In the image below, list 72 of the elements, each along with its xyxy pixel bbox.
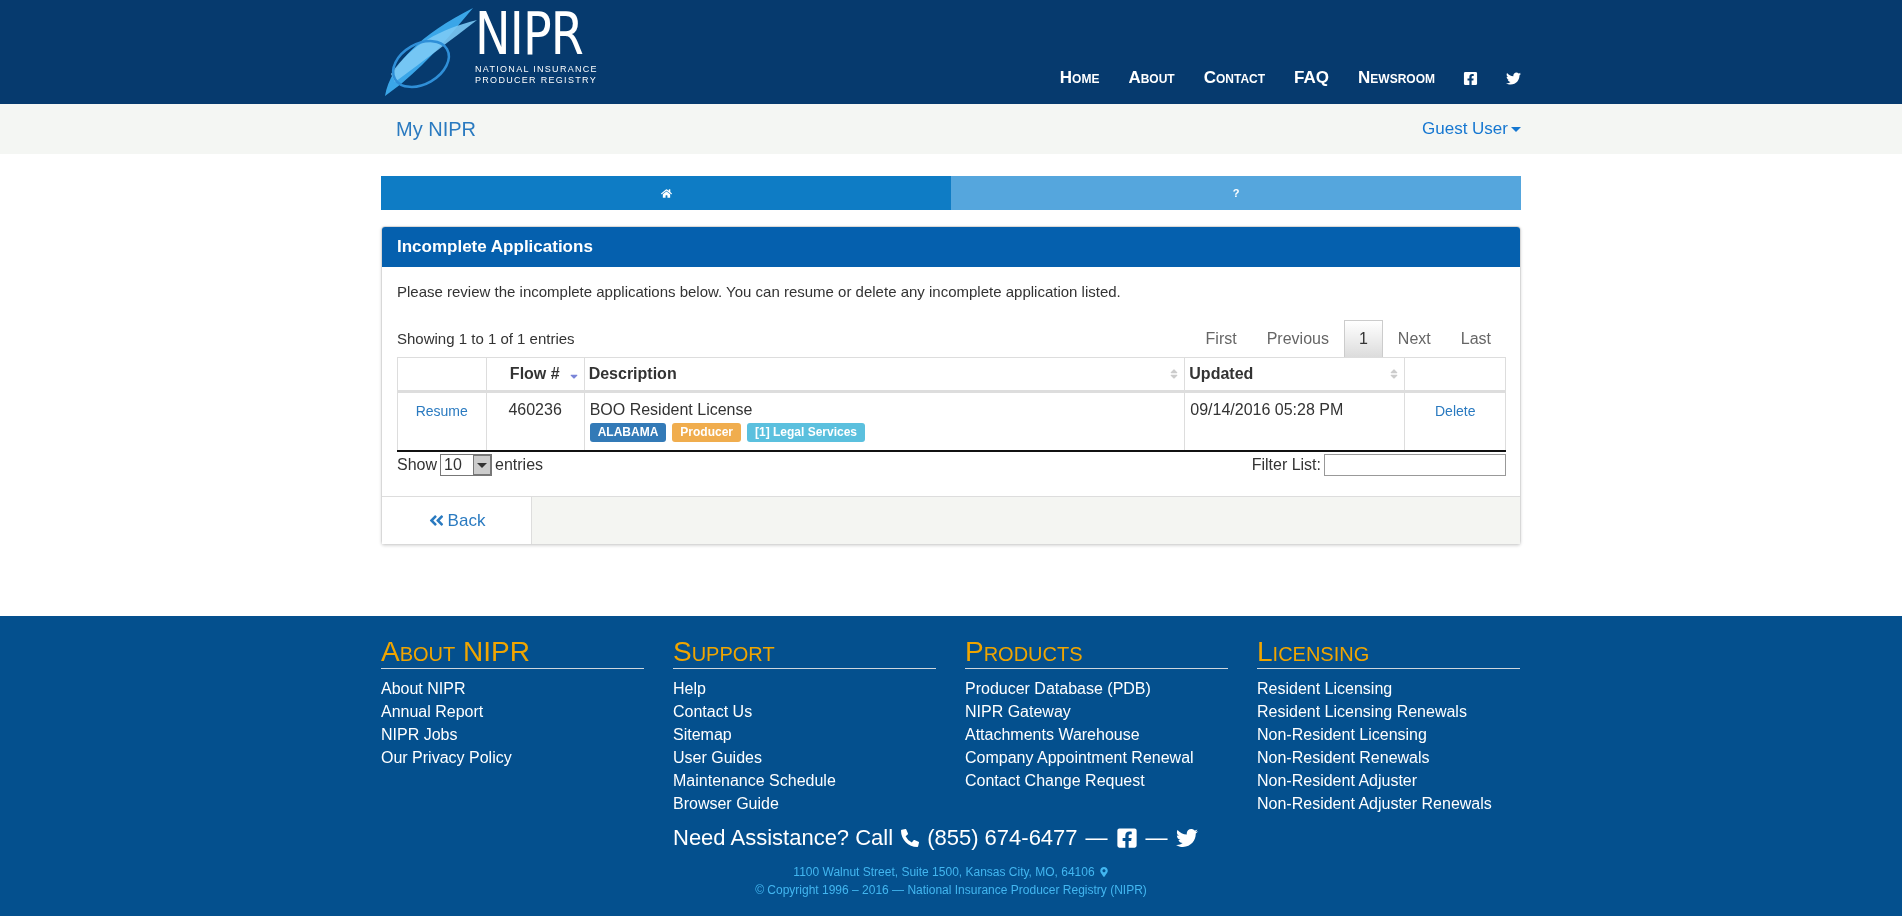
logo-tagline: NATIONAL INSURANCE <box>475 64 599 75</box>
footer-link[interactable]: Producer Database (PDB) <box>965 677 1228 700</box>
footer-link[interactable]: Company Appointment Renewal <box>965 746 1228 769</box>
show-label: Show <box>397 456 438 474</box>
phone-number: (855) 674-6477 <box>927 825 1078 851</box>
map-pin-icon <box>1098 867 1109 877</box>
footer-heading: Support <box>673 636 936 669</box>
filter-field[interactable] <box>1324 454 1506 476</box>
caret-icon <box>1511 126 1521 132</box>
footer-link[interactable]: Annual Report <box>381 700 644 723</box>
back-link[interactable]: Back <box>382 497 532 544</box>
footer-link[interactable]: Non-Resident Licensing <box>1257 723 1520 746</box>
footer-link[interactable]: Non-Resident Adjuster <box>1257 769 1520 792</box>
facebook-icon[interactable] <box>1115 827 1138 849</box>
column-header[interactable]: Updated <box>1184 357 1405 392</box>
address-text: 1100 Walnut Street, Suite 1500, Kansas City, MO, 64106 <box>793 864 1095 881</box>
column-header[interactable]: Flow # <box>486 357 585 392</box>
phone-icon <box>901 829 920 847</box>
footer-link[interactable]: Contact Us <box>673 700 936 723</box>
footer-link[interactable]: Our Privacy Policy <box>381 746 644 769</box>
copyright-text: © Copyright 1996 – 2016 — National Insurance Producer Registry (NIPR) <box>755 882 1147 899</box>
panel-title: Incomplete Applications <box>382 227 1520 267</box>
nav-link[interactable]: Home <box>1059 68 1100 88</box>
footer-heading: Licensing <box>1257 636 1520 669</box>
footer-heading: About NIPR <box>381 636 644 669</box>
footer-heading: Products <box>965 636 1228 669</box>
tag: ALABAMA <box>589 423 667 442</box>
filter-label: Filter List: <box>1251 456 1321 474</box>
page-size-select[interactable]: 10 <box>440 454 493 476</box>
dash-separator: — <box>1085 825 1108 851</box>
footer-link[interactable]: About NIPR <box>381 677 644 700</box>
footer-link[interactable]: Resident Licensing Renewals <box>1257 700 1520 723</box>
pagination-button[interactable]: Previous <box>1251 320 1344 357</box>
nav-link[interactable]: Contact <box>1203 68 1266 88</box>
tag: Producer <box>672 423 741 442</box>
footer-link[interactable]: Resident Licensing <box>1257 677 1520 700</box>
logo-tagline: PRODUCER REGISTRY <box>475 75 598 86</box>
nav-link[interactable]: Newsroom <box>1358 68 1435 88</box>
nav-link[interactable]: FAQ <box>1294 68 1330 88</box>
table-cell-text: 460236 <box>507 401 563 419</box>
twitter-icon[interactable] <box>1175 827 1198 849</box>
footer-link[interactable]: Browser Guide <box>673 792 936 815</box>
home-icon <box>660 187 672 199</box>
pagination-button[interactable]: Next <box>1382 320 1446 357</box>
tag: [1] Legal Services <box>747 423 866 442</box>
pagination-button[interactable]: First <box>1190 320 1252 357</box>
double-chevron-left-icon <box>427 512 445 529</box>
footer-link[interactable]: Maintenance Schedule <box>673 769 936 792</box>
user-menu[interactable]: Guest User <box>1422 119 1521 139</box>
logo-wordmark: NIPR <box>475 4 584 64</box>
page-title: My NIPR <box>396 117 476 141</box>
intro-text: Please review the incomplete applications below. You can resume or delete any incomplete application listed. <box>397 283 1122 300</box>
footer-link[interactable]: Contact Change Request <box>965 769 1228 792</box>
assistance-text: Need Assistance? Call <box>673 825 894 851</box>
footer-link[interactable]: NIPR Gateway <box>965 700 1228 723</box>
table-cell: BOO Resident License <box>589 401 753 418</box>
caret-icon <box>477 462 488 468</box>
footer-link[interactable]: Non-Resident Adjuster Renewals <box>1257 792 1520 815</box>
footer-link[interactable]: Sitemap <box>673 723 936 746</box>
entries-info: Showing 1 to 1 of 1 entries <box>397 330 575 349</box>
pagination-button[interactable]: 1 <box>1343 320 1383 357</box>
pagination-button[interactable]: Last <box>1445 320 1506 357</box>
footer-link[interactable]: Attachments Warehouse <box>965 723 1228 746</box>
table-cell: 09/14/2016 05:28 PM <box>1190 401 1344 418</box>
footer-link[interactable]: NIPR Jobs <box>381 723 644 746</box>
footer-link[interactable]: Non-Resident Renewals <box>1257 746 1520 769</box>
column-header[interactable]: Description <box>584 357 1185 392</box>
dash-separator: — <box>1145 825 1168 851</box>
nav-link[interactable]: About <box>1128 68 1175 88</box>
entries-label: entries <box>495 456 544 474</box>
footer-link[interactable]: Help <box>673 677 936 700</box>
footer-link[interactable]: User Guides <box>673 746 936 769</box>
